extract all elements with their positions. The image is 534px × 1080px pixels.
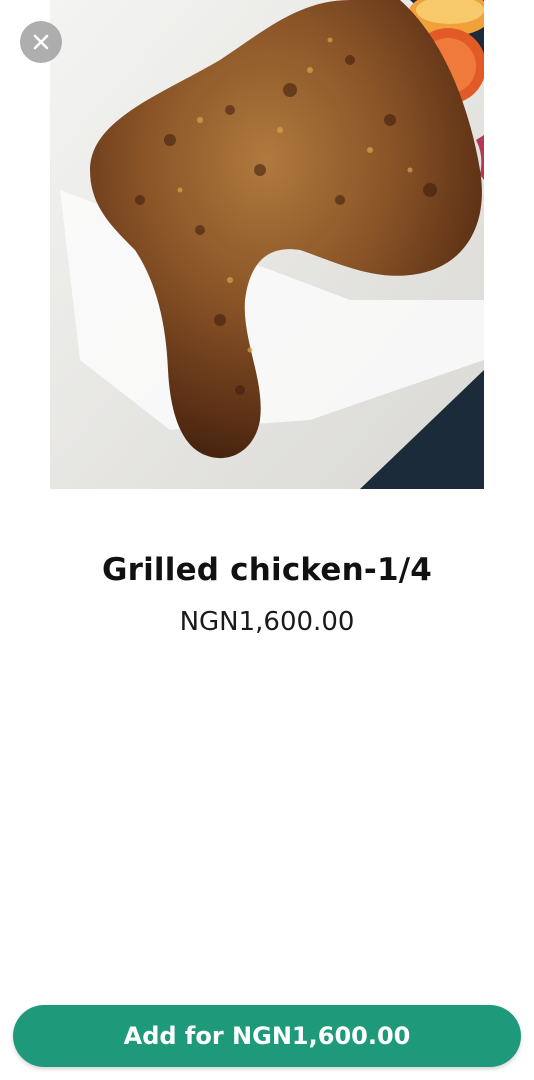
grilled-chicken-photo [50, 0, 484, 489]
product-price: NGN1,600.00 [179, 607, 355, 637]
add-to-cart-button[interactable]: Add for NGN1,600.00 [13, 1005, 521, 1067]
close-icon [33, 34, 49, 50]
close-button[interactable] [20, 21, 62, 63]
product-image [50, 0, 484, 489]
product-title: Grilled chicken-1/4 [101, 552, 433, 588]
